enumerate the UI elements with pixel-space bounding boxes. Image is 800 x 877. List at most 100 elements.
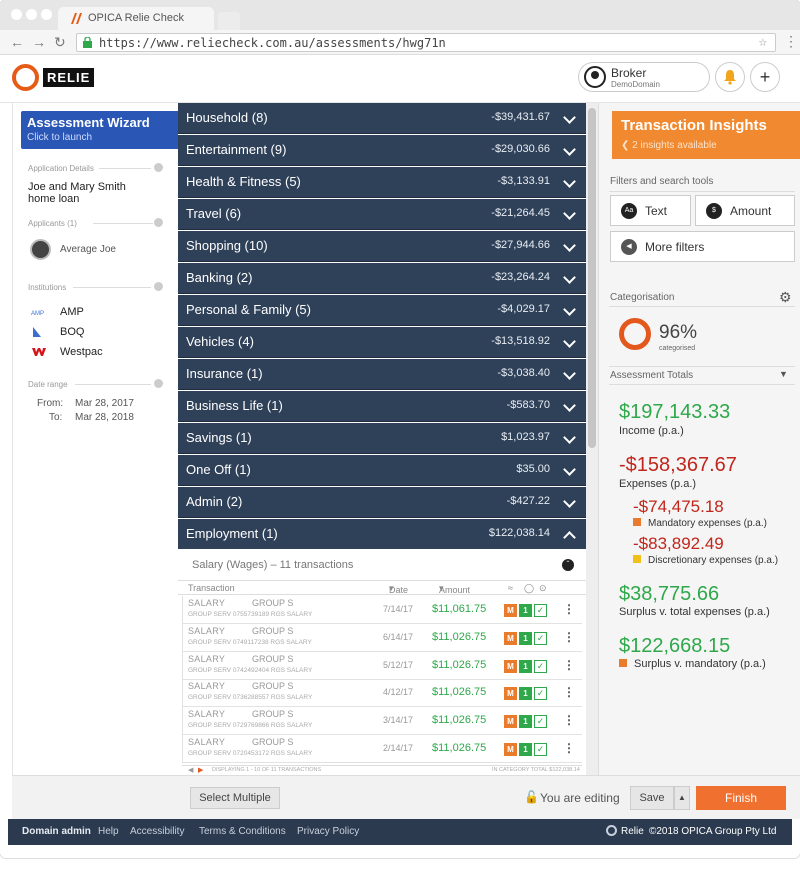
back-arrow-icon[interactable]: ←: [10, 34, 24, 50]
to-date[interactable]: Mar 28, 2018: [75, 412, 134, 423]
amount-filter-button[interactable]: $ Amount: [695, 195, 795, 226]
footer-link-privacy[interactable]: Privacy Policy: [297, 826, 359, 837]
mandatory-badge[interactable]: M: [504, 687, 517, 701]
frequency-badge[interactable]: 1: [519, 659, 532, 673]
table-row[interactable]: SALARY GROUP S GROUP SERV 0736288557 RGS S…: [182, 679, 582, 708]
applicant-avatar[interactable]: [30, 239, 51, 260]
reload-icon[interactable]: ↻: [54, 34, 66, 50]
window-minimize-dot[interactable]: [26, 9, 37, 20]
category-row[interactable]: Personal & Family (5) -$4,029.17: [178, 295, 586, 326]
footer-link-accessibility[interactable]: Accessibility: [130, 826, 184, 837]
checkmark-icon[interactable]: ✓: [534, 715, 547, 729]
next-page-icon[interactable]: ▶: [198, 766, 203, 774]
checkmark-icon[interactable]: ✓: [534, 631, 547, 645]
browser-tab[interactable]: OPICA Relie Check: [58, 7, 214, 30]
table-row[interactable]: SALARY GROUP S GROUP SERV 0742492404 RGS S…: [182, 651, 582, 680]
chevron-down-icon[interactable]: [563, 335, 576, 348]
chevron-down-icon[interactable]: [563, 431, 576, 444]
prev-page-icon[interactable]: ◀: [188, 766, 193, 774]
more-options-icon[interactable]: ⋮: [563, 685, 575, 699]
notifications-button[interactable]: [715, 62, 745, 92]
window-maximize-dot[interactable]: [41, 9, 52, 20]
col-date[interactable]: Date ▾: [389, 583, 408, 595]
chevron-down-icon[interactable]: [563, 239, 576, 252]
category-row[interactable]: One Off (1) $35.00: [178, 455, 586, 486]
collapse-subcategory-icon[interactable]: ˆ: [562, 559, 574, 571]
chevron-down-icon[interactable]: [563, 271, 576, 284]
collapse-section-icon[interactable]: [154, 282, 163, 291]
chevron-down-icon[interactable]: [563, 207, 576, 220]
assessment-wizard-button[interactable]: Assessment Wizard Click to launch: [21, 111, 183, 149]
chevron-down-icon[interactable]: [563, 367, 576, 380]
chevron-down-icon[interactable]: [563, 495, 576, 508]
save-button[interactable]: Save: [630, 786, 674, 810]
checkmark-icon[interactable]: ✓: [534, 604, 547, 617]
table-row[interactable]: SALARY GROUP S GROUP SERV 0749117238 RGS S…: [182, 623, 582, 652]
chevron-down-icon[interactable]: [563, 303, 576, 316]
category-row[interactable]: Shopping (10) -$27,944.66: [178, 231, 586, 262]
checkmark-icon[interactable]: ✓: [534, 743, 547, 756]
add-button[interactable]: +: [750, 62, 780, 92]
text-filter-button[interactable]: Aa Text: [610, 195, 691, 226]
category-row[interactable]: Vehicles (4) -$13,518.92: [178, 327, 586, 358]
frequency-badge[interactable]: 1: [519, 715, 532, 729]
chevron-up-icon[interactable]: [563, 531, 576, 544]
footer-link-help[interactable]: Help: [98, 826, 119, 837]
new-tab-button[interactable]: [218, 12, 240, 30]
select-multiple-button[interactable]: Select Multiple: [190, 787, 280, 809]
category-row[interactable]: Business Life (1) -$583.70: [178, 391, 586, 422]
category-row[interactable]: Banking (2) -$23,264.24: [178, 263, 586, 294]
mandatory-badge[interactable]: M: [504, 631, 517, 645]
user-menu[interactable]: Broker DemoDomain: [578, 62, 710, 92]
url-field[interactable]: https://www.reliecheck.com.au/assessment…: [76, 33, 776, 52]
from-date[interactable]: Mar 28, 2017: [75, 398, 134, 409]
category-row[interactable]: Admin (2) -$427.22: [178, 487, 586, 518]
more-options-icon[interactable]: ⋮: [563, 630, 575, 644]
collapse-section-icon[interactable]: [154, 163, 163, 172]
finish-button[interactable]: Finish: [696, 786, 786, 810]
chevron-down-icon[interactable]: [563, 111, 576, 124]
table-row[interactable]: SALARY GROUP S GROUP SERV 0755739189 RGS S…: [182, 596, 582, 624]
table-row[interactable]: SALARY GROUP S GROUP SERV 0729769866 RGS S…: [182, 707, 582, 736]
col-amount[interactable]: Amount ▾: [439, 583, 470, 595]
table-row[interactable]: SALARY GROUP S GROUP SERV 0720453172 RGS S…: [182, 735, 582, 763]
chevron-down-icon[interactable]: ▼: [779, 369, 788, 379]
save-dropdown-button[interactable]: ▲: [674, 786, 690, 810]
mandatory-badge[interactable]: M: [504, 743, 517, 756]
checkmark-icon[interactable]: ✓: [534, 659, 547, 673]
more-filters-button[interactable]: ◀ More filters: [610, 231, 795, 262]
category-row[interactable]: Insurance (1) -$3,038.40: [178, 359, 586, 390]
col-transaction[interactable]: Transaction: [188, 583, 235, 593]
applicant-name[interactable]: Average Joe: [60, 244, 116, 255]
mandatory-badge[interactable]: M: [504, 604, 517, 617]
more-options-icon[interactable]: ⋮: [563, 713, 575, 727]
window-close-dot[interactable]: [11, 9, 22, 20]
more-options-icon[interactable]: ⋮: [563, 658, 575, 672]
frequency-badge[interactable]: 1: [519, 743, 532, 756]
footer-link-domain-admin[interactable]: Domain admin: [22, 826, 91, 837]
more-options-icon[interactable]: ⋮: [563, 741, 575, 755]
subcategory-header[interactable]: Salary (Wages) – 11 transactions ˆ: [178, 549, 586, 581]
collapse-section-icon[interactable]: [154, 379, 163, 388]
mandatory-badge[interactable]: M: [504, 659, 517, 673]
logo-text[interactable]: RELIE: [43, 68, 95, 87]
bookmark-star-icon[interactable]: ☆: [759, 34, 767, 50]
browser-menu-icon[interactable]: ⋮: [784, 33, 798, 50]
category-row[interactable]: Travel (6) -$21,264.45: [178, 199, 586, 230]
mandatory-badge[interactable]: M: [504, 715, 517, 729]
category-row[interactable]: Health & Fitness (5) -$3,133.91: [178, 167, 586, 198]
collapse-section-icon[interactable]: [154, 218, 163, 227]
forward-arrow-icon[interactable]: →: [32, 34, 46, 50]
category-row[interactable]: Household (8) -$39,431.67: [178, 103, 586, 134]
frequency-badge[interactable]: 1: [519, 687, 532, 701]
frequency-badge[interactable]: 1: [519, 631, 532, 645]
list-scrollbar-thumb[interactable]: [588, 108, 596, 448]
gear-icon[interactable]: ⚙: [779, 289, 792, 306]
category-row[interactable]: Employment (1) $122,038.14: [178, 519, 586, 550]
footer-link-terms[interactable]: Terms & Conditions: [199, 826, 286, 837]
chevron-down-icon[interactable]: [563, 399, 576, 412]
chevron-down-icon[interactable]: [563, 175, 576, 188]
checkmark-icon[interactable]: ✓: [534, 687, 547, 701]
chevron-down-icon[interactable]: [563, 143, 576, 156]
more-options-icon[interactable]: ⋮: [563, 602, 575, 616]
